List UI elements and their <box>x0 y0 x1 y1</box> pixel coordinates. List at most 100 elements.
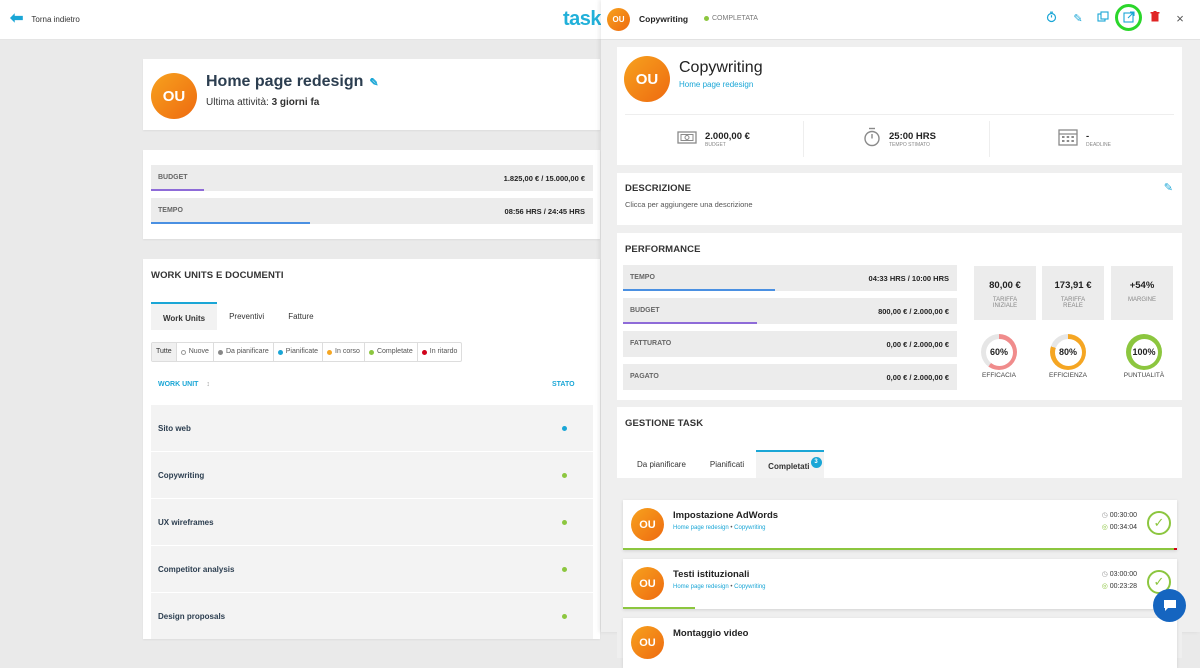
project-link[interactable]: Home page redesign <box>679 80 753 89</box>
task-management-card: GESTIONE TASK Da pianificare Pianificati… <box>617 407 1182 668</box>
time-estimated-value: 03:00:00 <box>1109 571 1137 578</box>
tempo-bar-fill <box>151 222 311 224</box>
back-label: Torna indietro <box>31 14 80 24</box>
task-project-link[interactable]: Home page redesign <box>673 584 729 590</box>
puntualita-ring: 100% <box>1126 334 1162 370</box>
perf-value: 0,00 € / 2.000,00 € <box>886 340 949 349</box>
time-estimated-value: 00:30:00 <box>1109 512 1137 519</box>
filter-tutte[interactable]: Tutte <box>152 343 177 361</box>
check-circle-icon: ◎ <box>1101 583 1108 590</box>
filter-label: Nuove <box>188 348 209 355</box>
close-icon[interactable]: × <box>1172 11 1188 27</box>
filter-nuove[interactable]: Nuove <box>177 343 214 361</box>
work-unit-name: Design proposals <box>158 612 226 621</box>
perf-bar-fill <box>623 289 775 291</box>
tariffa-iniziale-tile: 80,00 € TARIFFA INIZIALE <box>974 266 1036 320</box>
column-header-stato[interactable]: STATO <box>552 381 575 388</box>
pencil-icon[interactable]: ✎ <box>369 76 378 89</box>
perf-value: 0,00 € / 2.000,00 € <box>886 373 949 382</box>
task-project-link[interactable]: Home page redesign <box>673 525 729 531</box>
task-card[interactable]: OU Impostazione AdWords Home page redesi… <box>623 500 1177 550</box>
filter-label: Pianificate <box>285 348 319 355</box>
task-tabs: Da pianificare Pianificati Completati 3 <box>625 450 824 478</box>
work-units-card: WORK UNITS E DOCUMENTI Work Units Preven… <box>143 259 600 639</box>
filter-in-ritardo[interactable]: In ritardo <box>418 343 462 361</box>
time-real-value: 00:34:04 <box>1109 524 1137 531</box>
ring-label: EFFICIENZA <box>1049 372 1087 379</box>
tile-sub: MARGINE <box>1127 297 1156 303</box>
tab-pianificati[interactable]: Pianificati <box>698 450 756 478</box>
description-placeholder[interactable]: Clicca per aggiungere una descrizione <box>625 200 753 209</box>
performance-card: PERFORMANCE TEMPO 04:33 HRS / 10:00 HRS B… <box>617 233 1182 400</box>
status-dot <box>704 16 709 21</box>
status-dot <box>562 426 567 431</box>
back-button[interactable]: ⬅ Torna indietro <box>10 11 80 27</box>
timer-icon[interactable] <box>1043 11 1059 28</box>
column-header-work-unit[interactable]: WORK UNIT ↕ <box>158 381 210 388</box>
task-work-unit-link[interactable]: Copywriting <box>734 525 765 531</box>
avatar: OU <box>631 626 664 659</box>
ring-label: PUNTUALITÀ <box>1123 372 1165 379</box>
project-progress-card: BUDGET 1.825,00 € / 15.000,00 € TEMPO 08… <box>143 150 600 239</box>
table-row[interactable]: Sito web <box>151 405 593 451</box>
chat-bubble-icon[interactable] <box>1153 589 1186 622</box>
sort-icon[interactable]: ↕ <box>206 381 210 388</box>
clock-icon: ◷ <box>1101 571 1108 578</box>
deadline-stat: - DEADLINE <box>1058 115 1111 163</box>
task-title: Testi istituzionali <box>673 569 750 580</box>
filter-completate[interactable]: Completate <box>365 343 418 361</box>
tile-sub: TARIFFA INIZIALE <box>974 297 1036 309</box>
work-unit-name: Copywriting <box>158 471 205 480</box>
status-dot <box>562 614 567 619</box>
clock-icon: ◷ <box>1101 512 1108 519</box>
avatar: OU <box>631 508 664 541</box>
task-card[interactable]: OU Testi istituzionali Home page redesig… <box>623 559 1177 609</box>
task-card[interactable]: OU Montaggio video <box>623 618 1177 668</box>
project-title-text: Home page redesign <box>206 73 364 90</box>
tariffa-reale-tile: 173,91 € TARIFFA REALE <box>1042 266 1104 320</box>
tab-completati[interactable]: Completati 3 <box>756 450 824 478</box>
budget-stat: 2.000,00 € BUDGET <box>677 115 750 163</box>
filter-pianificate[interactable]: Pianificate <box>274 343 324 361</box>
filter-da-pianificare[interactable]: Da pianificare <box>214 343 274 361</box>
copy-icon[interactable] <box>1095 11 1111 28</box>
margine-tile: +54% MARGINE <box>1111 266 1173 320</box>
filter-label: In corso <box>335 348 360 355</box>
tab-fatture[interactable]: Fatture <box>276 302 325 330</box>
perf-label: PAGATO <box>630 373 659 380</box>
last-activity-value: 3 giorni fa <box>271 97 320 108</box>
last-activity-prefix: Ultima attività: <box>206 97 269 108</box>
table-row[interactable]: UX wireframes <box>151 499 593 545</box>
complete-check-icon[interactable]: ✓ <box>1147 511 1171 535</box>
table-row[interactable]: Competitor analysis <box>151 546 593 592</box>
filter-dot <box>421 349 427 355</box>
status-filters: Tutte Nuove Da pianificare Pianificate I… <box>151 342 463 362</box>
column-label: WORK UNIT <box>158 381 199 388</box>
ring-value: 80% <box>1054 338 1082 366</box>
pencil-icon[interactable]: ✎ <box>1070 11 1086 27</box>
tile-sub: TARIFFA REALE <box>1042 297 1104 309</box>
filter-dot <box>368 349 374 355</box>
perf-value: 800,00 € / 2.000,00 € <box>878 307 949 316</box>
tab-preventivi[interactable]: Preventivi <box>217 302 276 330</box>
pencil-icon[interactable]: ✎ <box>1164 181 1173 194</box>
divider <box>803 121 804 157</box>
check-circle-icon: ◎ <box>1101 524 1108 531</box>
status-label: COMPLETATA <box>712 15 758 22</box>
avatar: OU <box>607 8 630 31</box>
task-list: OU Impostazione AdWords Home page redesi… <box>617 478 1182 668</box>
table-row[interactable]: Copywriting <box>151 452 593 498</box>
tab-work-units[interactable]: Work Units <box>151 302 218 330</box>
filter-dot <box>327 349 333 355</box>
description-card[interactable]: DESCRIZIONE Clicca per aggiungere una de… <box>617 173 1182 225</box>
logo: task <box>563 8 602 30</box>
time-real: ◎ 00:34:04 <box>1102 523 1137 531</box>
trash-icon[interactable] <box>1147 11 1163 27</box>
table-row[interactable]: Design proposals <box>151 593 593 639</box>
separator: • <box>730 525 733 531</box>
budget-sub: BUDGET <box>705 141 726 148</box>
perf-row-tempo: TEMPO 04:33 HRS / 10:00 HRS <box>623 265 957 291</box>
filter-in-corso[interactable]: In corso <box>323 343 365 361</box>
tab-da-pianificare[interactable]: Da pianificare <box>625 450 698 478</box>
task-work-unit-link[interactable]: Copywriting <box>734 584 765 590</box>
